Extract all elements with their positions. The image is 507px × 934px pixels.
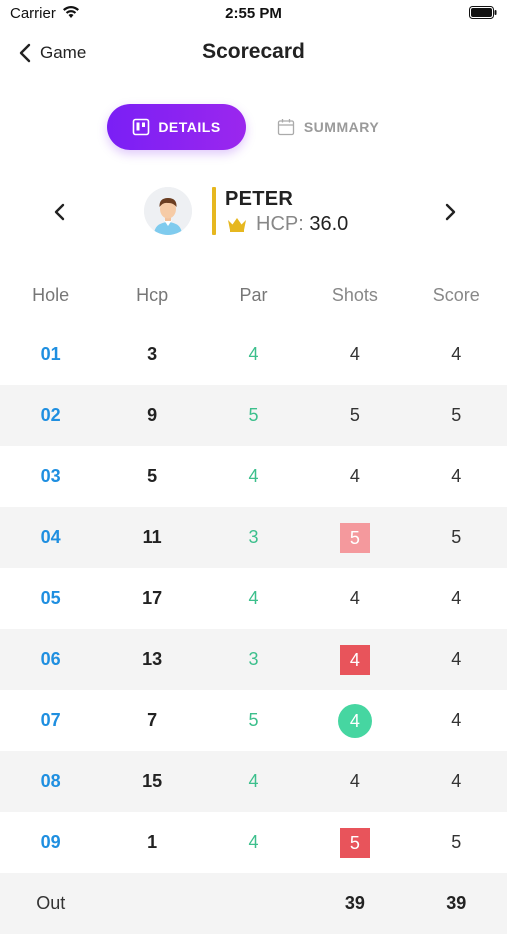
hole-hcp: 13 [142,649,163,669]
hole-shots: 4 [304,644,405,675]
table-row[interactable]: 09 1 4 5 5 [0,812,507,873]
hole-score: 4 [451,649,462,669]
tab-summary[interactable]: SUMMARY [268,104,388,150]
hole-par: 5 [248,405,259,425]
hole-number: 02 [40,405,61,425]
shots-birdie-badge: 4 [337,703,372,738]
hole-number: 01 [40,344,61,364]
hole-score: 5 [451,527,462,547]
hole-number: 03 [40,466,61,486]
table-row[interactable]: 02 9 5 5 5 [0,385,507,446]
tab-details[interactable]: DETAILS [107,104,246,150]
table-row[interactable]: 04 11 3 5 5 [0,507,507,568]
hole-shots: 5 [349,405,360,425]
hole-score: 5 [451,832,462,852]
hcp-value: 36.0 [309,213,349,235]
scorecard-table: Hole Hcp Par Shots Score 01 3 4 4 4 02 9… [0,266,507,934]
previous-player-button[interactable] [48,198,72,226]
header-par: Par [239,284,268,305]
hole-score: 4 [451,710,462,730]
header-hole: Hole [32,284,70,305]
calendar-icon [277,119,294,136]
hole-score: 4 [451,344,462,364]
hole-hcp: 5 [147,466,158,486]
header-hcp: Hcp [136,284,169,305]
hole-shots: 4 [349,466,360,486]
hole-hcp: 15 [142,771,163,791]
hole-par: 4 [248,588,259,608]
player-divider [212,187,216,235]
hole-number: 04 [40,527,61,547]
hole-score: 4 [451,588,462,608]
hole-hcp: 3 [147,344,158,364]
hole-hcp: 9 [147,405,158,425]
battery-icon [469,6,497,19]
status-bar: Carrier 2:55 PM [0,0,507,28]
hole-shots: 5 [304,522,405,553]
avatar [144,187,192,235]
hole-shots: 4 [349,344,360,364]
table-row[interactable]: 03 5 4 4 4 [0,446,507,507]
hole-shots: 5 [304,827,405,858]
page-title: Scorecard [202,40,305,63]
hole-number: 06 [40,649,61,669]
hole-shots: 4 [304,703,405,738]
total-score: 39 [446,893,467,913]
hole-score: 4 [451,466,462,486]
hole-number: 05 [40,588,61,608]
table-row[interactable]: 08 15 4 4 4 [0,751,507,812]
shots-bogey-badge: 5 [339,827,370,858]
player-hcp: HCP: 36.0 [256,213,348,236]
hcp-label: HCP: [256,213,304,235]
header-score: Score [432,284,480,305]
next-player-button[interactable] [438,198,462,226]
hole-number: 08 [40,771,61,791]
tab-details-label: DETAILS [158,119,221,135]
hole-shots: 4 [349,771,360,791]
hole-hcp: 7 [147,710,158,730]
hole-par: 3 [248,527,259,547]
header-shots: Shots [331,284,378,305]
hole-number: 09 [40,832,61,852]
hole-par: 5 [248,710,259,730]
table-row[interactable]: 01 3 4 4 4 [0,324,507,385]
total-label: Out [36,893,66,913]
shots-over-par-badge: 5 [339,522,370,553]
table-row[interactable]: 05 17 4 4 4 [0,568,507,629]
hole-hcp: 17 [142,588,163,608]
hole-score: 4 [451,771,462,791]
table-row[interactable]: 07 7 5 4 4 [0,690,507,751]
tab-summary-label: SUMMARY [303,119,380,135]
status-time: 2:55 PM [225,5,282,22]
hole-par: 4 [248,771,259,791]
player-name: PETER [225,188,294,210]
total-shots: 39 [344,893,365,913]
table-row[interactable]: 06 13 3 4 4 [0,629,507,690]
total-row: Out 39 39 [0,873,507,934]
table-header: Hole Hcp Par Shots Score [0,266,507,324]
hole-par: 4 [248,344,259,364]
board-icon [133,118,150,136]
hole-number: 07 [40,710,61,730]
hole-par: 3 [248,649,259,669]
hole-hcp: 1 [147,832,158,852]
person-avatar-icon [144,187,192,235]
hole-score: 5 [451,405,462,425]
shots-bogey-badge: 4 [339,644,370,675]
hole-hcp: 11 [142,527,162,547]
hole-par: 4 [248,832,259,852]
hole-par: 4 [248,466,259,486]
hole-shots: 4 [349,588,360,608]
crown-icon [228,218,246,232]
